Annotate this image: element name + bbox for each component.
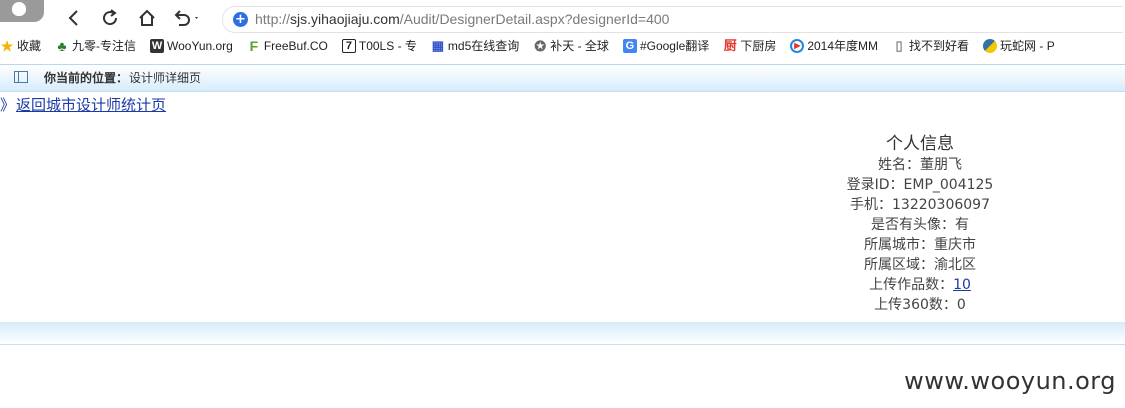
- location-label: 你当前的位置：: [44, 71, 129, 85]
- bookmarks-bar: ★ 收藏 ♣ 九零-专注信 W WooYun.org F FreeBuf.CO 7 T00…: [0, 36, 1125, 56]
- translate-icon: G: [622, 39, 637, 53]
- bookmark-tools[interactable]: 7 T00LS - 专: [341, 36, 417, 56]
- python-icon: [983, 39, 998, 53]
- wooyun-icon: W: [150, 39, 165, 53]
- browser-toolbar: + http://sjs.yihaojiaju.com/Audit/Design…: [0, 0, 1125, 36]
- location-breadcrumb: 你当前的位置： 设计师详细页: [0, 64, 1125, 92]
- freebuf-icon: F: [249, 38, 259, 54]
- play-icon: ▶: [790, 39, 805, 53]
- profile-login-id: 登录ID：EMP_004125: [846, 177, 994, 193]
- footer-bar: [0, 322, 1125, 345]
- profile-panel: 个人信息 姓名：董朋飞 登录ID：EMP_004125 手机：132203060…: [825, 133, 1015, 315]
- watermark-text: www.wooyun.org: [904, 367, 1116, 395]
- browser-menu-button[interactable]: [0, 0, 44, 22]
- reload-icon: [103, 9, 118, 26]
- undo-icon: [174, 10, 198, 26]
- double-chevron-icon: 》: [0, 96, 16, 114]
- home-button[interactable]: [136, 7, 158, 29]
- kitchen-icon: 厨: [723, 38, 737, 53]
- bookmark-favorites[interactable]: ★ 收藏: [0, 36, 41, 56]
- profile-district: 所属区域：渝北区: [864, 257, 976, 273]
- bookmark-google-translate[interactable]: G #Google翻译: [622, 36, 709, 56]
- undo-dropdown-button[interactable]: [170, 7, 204, 29]
- url-text: http://sjs.yihaojiaju.com/Audit/Designer…: [255, 11, 670, 27]
- tools-icon: 7: [341, 39, 356, 53]
- bookmark-2014mm[interactable]: ▶ 2014年度MM: [790, 36, 878, 56]
- reload-button[interactable]: [99, 7, 121, 29]
- star-icon: ★: [0, 38, 14, 54]
- address-bar[interactable]: + http://sjs.yihaojiaju.com/Audit/Design…: [222, 6, 1123, 33]
- profile-works: 上传作品数：10: [869, 277, 971, 293]
- bookmark-wanshe[interactable]: 玩蛇网 - P: [983, 36, 1055, 56]
- grid-icon: ▦: [431, 38, 445, 53]
- back-arrow-icon: [68, 10, 78, 26]
- back-to-city-stats-link[interactable]: 》返回城市设计师统计页: [0, 95, 166, 115]
- security-shield-icon: +: [233, 12, 248, 27]
- profile-has-avatar: 是否有头像：有: [871, 217, 969, 233]
- gear-star-icon: ✪: [534, 38, 547, 54]
- page-icon: ▯: [895, 38, 903, 53]
- location-value: 设计师详细页: [129, 71, 202, 85]
- profile-phone: 手机：13220306097: [850, 197, 990, 213]
- bookmark-freebuf[interactable]: F FreeBuf.CO: [247, 36, 328, 56]
- panel-icon: [14, 71, 28, 83]
- profile-title: 个人信息: [886, 134, 954, 154]
- bookmark-xiachufang[interactable]: 厨下厨房: [723, 36, 777, 56]
- works-count-link[interactable]: 10: [953, 277, 971, 293]
- bookmark-wooyun[interactable]: W WooYun.org: [150, 36, 233, 56]
- bookmark-not-found[interactable]: ▯ 找不到好看: [892, 36, 969, 56]
- profile-upload360: 上传360数：0: [874, 297, 966, 313]
- turtle-icon: ♣: [57, 38, 67, 54]
- profile-city: 所属城市：重庆市: [864, 237, 976, 253]
- home-icon: [139, 9, 155, 26]
- bookmark-md5[interactable]: ▦ md5在线查询: [431, 36, 520, 56]
- back-button[interactable]: [63, 7, 85, 29]
- bookmark-jiuling[interactable]: ♣ 九零-专注信: [55, 36, 136, 56]
- bookmark-butian[interactable]: ✪ 补天 - 全球: [533, 36, 609, 56]
- profile-name: 姓名：董朋飞: [878, 157, 962, 173]
- apple-icon: [12, 2, 26, 16]
